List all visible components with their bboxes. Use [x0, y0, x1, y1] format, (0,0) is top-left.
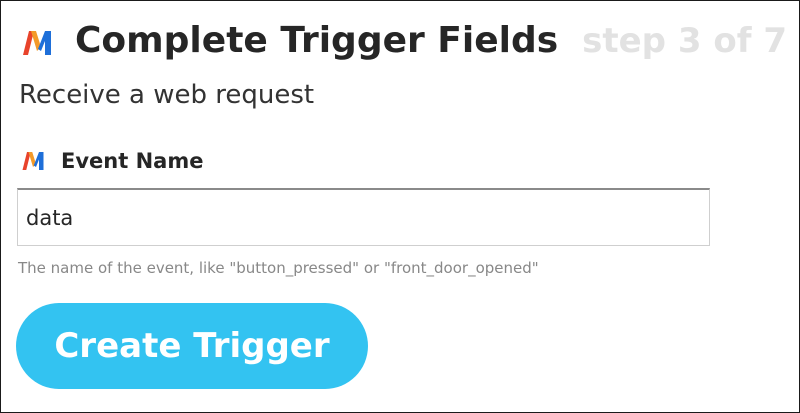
maker-logo-icon — [23, 31, 51, 55]
event-name-helper-text: The name of the event, like "button_pres… — [18, 259, 539, 277]
event-name-input[interactable] — [17, 188, 710, 246]
trigger-subtitle: Receive a web request — [19, 80, 315, 110]
create-trigger-button[interactable]: Create Trigger — [16, 303, 368, 389]
page-title: Complete Trigger Fields — [75, 20, 559, 61]
maker-logo-icon — [22, 152, 44, 170]
event-name-label: Event Name — [61, 149, 204, 173]
header: Complete Trigger Fields step 3 of 7 — [21, 15, 791, 67]
trigger-fields-panel: Complete Trigger Fields step 3 of 7 Rece… — [0, 0, 800, 413]
step-indicator: step 3 of 7 — [582, 21, 787, 61]
